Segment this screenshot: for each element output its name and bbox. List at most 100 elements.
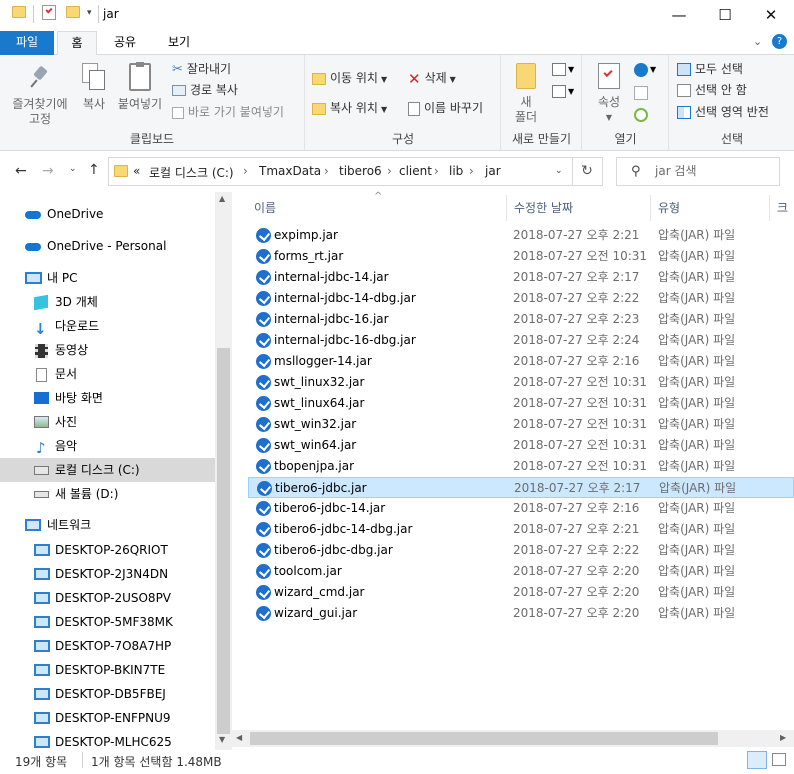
file-row[interactable]: tibero6-jdbc-14-dbg.jar 2018-07-27 오후 2:2… [248, 519, 794, 540]
easy-access-icon[interactable] [552, 85, 566, 98]
file-row[interactable]: swt_win32.jar 2018-07-27 오전 10:31 압축(JAR) … [248, 414, 794, 435]
tab-view[interactable]: 보기 [160, 31, 198, 55]
edit-icon[interactable] [634, 86, 648, 100]
scroll-up-icon[interactable]: ▲ [219, 194, 225, 203]
file-row[interactable]: expimp.jar 2018-07-27 오후 2:21 압축(JAR) 파일 [248, 225, 794, 246]
nav-item-computer[interactable]: DESKTOP-26QRIOT [0, 538, 215, 562]
nav-scrollbar-thumb[interactable] [217, 348, 230, 734]
nav-item-computer[interactable]: DESKTOP-2J3N4DN [0, 562, 215, 586]
new-item-icon[interactable] [552, 63, 566, 76]
invert-selection-button[interactable]: 선택 영역 반전 [677, 103, 769, 121]
refresh-button[interactable]: ↻ [572, 157, 603, 186]
file-date: 2018-07-27 오후 2:20 [513, 564, 640, 578]
scroll-left-icon[interactable]: ◀ [236, 733, 242, 742]
delete-button[interactable]: ✕ 삭제 ▼ [408, 69, 456, 88]
nav-item-local-disk[interactable]: 로컬 디스크 (C:) [0, 458, 215, 482]
nav-item-new-volume[interactable]: 새 볼륨 (D:) [0, 482, 215, 506]
file-row[interactable]: swt_linux64.jar 2018-07-27 오전 10:31 압축(JAR… [248, 393, 794, 414]
maximize-button[interactable]: ☐ [702, 0, 748, 31]
properties-button[interactable]: 속성 ▼ [589, 63, 629, 125]
recent-locations-icon[interactable]: ⌄ [69, 164, 77, 174]
close-button[interactable]: ✕ [748, 0, 794, 31]
breadcrumb-jar[interactable]: jar [485, 164, 501, 178]
nav-item-pictures[interactable]: 사진 [0, 410, 215, 434]
hscrollbar-thumb[interactable] [250, 732, 718, 745]
new-folder-button[interactable]: 새 폴더 [506, 63, 546, 125]
nav-item-desktop[interactable]: 바탕 화면 [0, 386, 215, 410]
select-all-button[interactable]: 모두 선택 [677, 60, 743, 78]
tab-file[interactable]: 파일 [0, 31, 54, 55]
pin-to-quick-access-button[interactable]: 즐겨찾기에 고정 [4, 65, 76, 127]
scroll-right-icon[interactable]: ▶ [780, 733, 786, 742]
copy-button[interactable]: 복사 [76, 63, 112, 112]
details-view-icon[interactable] [747, 751, 767, 769]
up-arrow-icon[interactable]: ↑ [88, 162, 100, 178]
nav-item-computer[interactable]: DESKTOP-BKIN7TE [0, 658, 215, 682]
address-bar[interactable]: « 로컬 디스크 (C:) › TmaxData › tibero6 › cli… [108, 157, 573, 186]
file-row[interactable]: tibero6-jdbc-14.jar 2018-07-27 오후 2:16 압축(… [248, 498, 794, 519]
breadcrumb-client[interactable]: client [399, 164, 432, 178]
nav-item-computer[interactable]: DESKTOP-DB5FBEJ [0, 682, 215, 706]
paste-shortcut-button[interactable]: 바로 가기 붙여넣기 [172, 103, 284, 121]
breadcrumb-tibero6[interactable]: tibero6 [339, 164, 382, 178]
breadcrumb-tmaxdata[interactable]: TmaxData [259, 164, 321, 178]
move-to-button[interactable]: 이동 위치 ▼ [312, 69, 387, 87]
nav-item-music[interactable]: ♪ 음악 [0, 434, 215, 458]
scroll-down-icon[interactable]: ▼ [219, 735, 225, 744]
back-arrow-icon[interactable]: ← [15, 163, 27, 179]
nav-item-3d-objects[interactable]: 3D 개체 [0, 290, 215, 314]
file-row[interactable]: internal-jdbc-14-dbg.jar 2018-07-27 오후 2:… [248, 288, 794, 309]
nav-item-network[interactable]: 네트워크 [0, 513, 215, 537]
help-icon[interactable]: ? [772, 34, 787, 49]
nav-item-this-pc[interactable]: 내 PC [0, 266, 215, 290]
file-row[interactable]: tibero6-jdbc-dbg.jar 2018-07-27 오후 2:22 압축… [248, 540, 794, 561]
tab-share[interactable]: 공유 [106, 31, 144, 55]
select-none-button[interactable]: 선택 안 함 [677, 81, 747, 99]
address-dropdown-icon[interactable]: ⌄ [555, 166, 563, 176]
file-row[interactable]: msllogger-14.jar 2018-07-27 오후 2:16 압축(JAR… [248, 351, 794, 372]
tab-home[interactable]: 홈 [57, 31, 97, 56]
large-icons-view-icon[interactable] [772, 753, 786, 766]
file-row[interactable]: swt_linux32.jar 2018-07-27 오전 10:31 압축(JAR… [248, 372, 794, 393]
cut-button[interactable]: ✂ 잘라내기 [172, 60, 231, 78]
customize-quick-access-icon[interactable]: ▾ [87, 8, 92, 18]
file-row[interactable]: internal-jdbc-16-dbg.jar 2018-07-27 오후 2:… [248, 330, 794, 351]
nav-item-computer[interactable]: DESKTOP-2USO8PV [0, 586, 215, 610]
nav-item-computer[interactable]: DESKTOP-5MF38MK [0, 610, 215, 634]
properties-quick-icon[interactable] [42, 5, 56, 20]
expand-ribbon-icon[interactable]: ⌄ [753, 35, 762, 48]
history-icon[interactable] [634, 108, 648, 122]
breadcrumb-overflow[interactable]: « [133, 164, 140, 178]
file-row[interactable]: wizard_gui.jar 2018-07-27 오후 2:20 압축(JAR) … [248, 603, 794, 624]
breadcrumb-lib[interactable]: lib [449, 164, 463, 178]
file-row[interactable]: wizard_cmd.jar 2018-07-27 오후 2:20 압축(JAR) … [248, 582, 794, 603]
rename-button[interactable]: 이름 바꾸기 [408, 99, 483, 117]
file-row[interactable]: toolcom.jar 2018-07-27 오후 2:20 압축(JAR) 파일 [248, 561, 794, 582]
file-row[interactable]: tbopenjpa.jar 2018-07-27 오전 10:31 압축(JAR) … [248, 456, 794, 477]
column-date[interactable]: 수정한 날짜 [514, 199, 573, 216]
file-row[interactable]: internal-jdbc-16.jar 2018-07-27 오후 2:23 압축… [248, 309, 794, 330]
nav-item-downloads[interactable]: ↓ 다운로드 [0, 314, 215, 338]
minimize-button[interactable]: — [656, 0, 702, 31]
file-row[interactable]: swt_win64.jar 2018-07-27 오전 10:31 압축(JAR) … [248, 435, 794, 456]
search-input[interactable]: ⚲ jar 검색 [616, 157, 780, 186]
nav-item-documents[interactable]: 문서 [0, 362, 215, 386]
file-row[interactable]: internal-jdbc-14.jar 2018-07-27 오후 2:17 압축… [248, 267, 794, 288]
forward-arrow-icon[interactable]: → [42, 163, 54, 179]
open-icon[interactable] [634, 63, 648, 77]
copy-to-button[interactable]: 복사 위치 ▼ [312, 99, 387, 117]
breadcrumb-local-disk[interactable]: 로컬 디스크 (C:) [149, 164, 234, 181]
column-size[interactable]: 크 [777, 199, 788, 216]
nav-item-onedrive[interactable]: OneDrive [0, 202, 215, 226]
copy-path-button[interactable]: 경로 복사 [172, 81, 238, 99]
file-row-selected[interactable]: tibero6-jdbc.jar 2018-07-27 오후 2:17 압축(JAR… [248, 477, 794, 498]
nav-item-onedrive-personal[interactable]: OneDrive - Personal [0, 234, 215, 258]
nav-item-computer[interactable]: DESKTOP-7O8A7HP [0, 634, 215, 658]
new-folder-quick-icon[interactable] [66, 6, 80, 18]
nav-item-videos[interactable]: 동영상 [0, 338, 215, 362]
nav-item-computer[interactable]: DESKTOP-ENFPNU9 [0, 706, 215, 730]
column-type[interactable]: 유형 [658, 199, 680, 216]
file-row[interactable]: forms_rt.jar 2018-07-27 오전 10:31 압축(JAR) 파… [248, 246, 794, 267]
column-name[interactable]: 이름 [254, 199, 276, 216]
paste-button[interactable]: 붙여넣기 [114, 62, 166, 112]
